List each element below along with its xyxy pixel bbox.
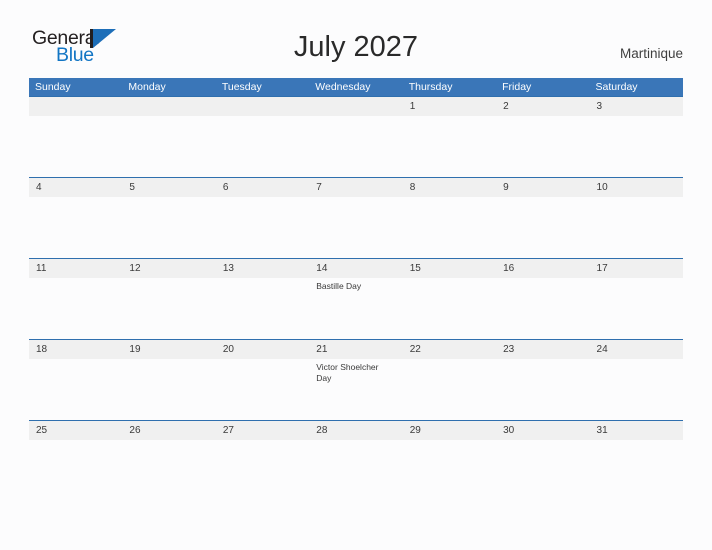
day-cell[interactable] [590,197,683,258]
day-cell[interactable]: Bastille Day [309,278,402,339]
day-number[interactable]: 9 [496,178,589,197]
week-event-area [29,197,683,258]
day-number[interactable] [122,97,215,116]
day-cell[interactable] [496,116,589,177]
day-cell[interactable] [403,359,496,420]
day-number[interactable]: 4 [29,178,122,197]
day-number[interactable]: 15 [403,259,496,278]
weekday-sunday: Sunday [35,81,71,93]
page-header: General Blue July 2027 Martinique [0,0,712,78]
weekday-tuesday: Tuesday [221,81,262,93]
day-number[interactable]: 25 [29,421,122,440]
week-date-strip: 11 12 13 14 15 16 17 [29,258,683,278]
day-number[interactable]: 21 [309,340,402,359]
day-cell[interactable] [403,278,496,339]
day-number[interactable]: 13 [216,259,309,278]
day-number[interactable]: 12 [122,259,215,278]
weekday-header-row: Sunday Monday Tuesday Wednesday Thursday… [29,78,683,96]
week-event-area [29,116,683,177]
day-cell[interactable] [590,440,683,501]
day-number[interactable]: 20 [216,340,309,359]
day-number[interactable]: 1 [403,97,496,116]
day-cell[interactable] [122,359,215,420]
day-cell[interactable] [496,440,589,501]
day-number[interactable]: 3 [590,97,683,116]
day-number[interactable]: 19 [122,340,215,359]
day-cell[interactable] [590,278,683,339]
page-title: July 2027 [293,31,419,63]
day-cell[interactable] [309,197,402,258]
day-cell[interactable] [309,440,402,501]
day-cell[interactable]: Victor Shoelcher Day [309,359,402,420]
weekday-saturday: Saturday [595,81,638,93]
day-number[interactable]: 5 [122,178,215,197]
locale-label: Martinique [619,46,683,61]
week-event-area: Victor Shoelcher Day [29,359,683,420]
day-cell[interactable] [496,197,589,258]
calendar-grid: Sunday Monday Tuesday Wednesday Thursday… [29,78,683,501]
week-date-strip: 18 19 20 21 22 23 24 [29,339,683,359]
day-number[interactable]: 16 [496,259,589,278]
week-row: 18 19 20 21 22 23 24 Victor Shoelcher Da… [29,339,683,420]
day-number[interactable]: 30 [496,421,589,440]
day-number[interactable]: 17 [590,259,683,278]
week-event-area [29,440,683,501]
week-event-area: Bastille Day [29,278,683,339]
event-label: Bastille Day [316,281,362,291]
day-number[interactable]: 11 [29,259,122,278]
day-number[interactable]: 8 [403,178,496,197]
weekday-wednesday: Wednesday [315,81,371,93]
day-number[interactable] [29,97,122,116]
weekday-thursday: Thursday [408,81,453,93]
day-cell[interactable] [29,359,122,420]
day-number[interactable]: 6 [216,178,309,197]
day-number[interactable]: 7 [309,178,402,197]
day-number[interactable]: 31 [590,421,683,440]
week-date-strip: 1 2 3 [29,96,683,116]
day-cell[interactable] [590,359,683,420]
day-cell[interactable] [29,440,122,501]
day-cell[interactable] [122,278,215,339]
day-cell[interactable] [309,116,402,177]
day-cell[interactable] [403,197,496,258]
day-number[interactable]: 26 [122,421,215,440]
week-date-strip: 25 26 27 28 29 30 31 [29,420,683,440]
weekday-monday: Monday [128,81,166,93]
week-row: 4 5 6 7 8 9 10 [29,177,683,258]
day-number[interactable]: 28 [309,421,402,440]
day-cell[interactable] [403,116,496,177]
week-date-strip: 4 5 6 7 8 9 10 [29,177,683,197]
day-number[interactable] [309,97,402,116]
week-row: 1 2 3 [29,96,683,177]
day-cell[interactable] [496,278,589,339]
day-cell[interactable] [29,116,122,177]
day-number[interactable]: 22 [403,340,496,359]
day-cell[interactable] [403,440,496,501]
day-cell[interactable] [29,278,122,339]
day-cell[interactable] [216,440,309,501]
week-row: 11 12 13 14 15 16 17 Bastille Day [29,258,683,339]
day-cell[interactable] [216,116,309,177]
event-label: Victor Shoelcher Day [316,362,379,383]
day-cell[interactable] [216,278,309,339]
day-cell[interactable] [122,116,215,177]
day-number[interactable]: 14 [309,259,402,278]
day-number[interactable]: 29 [403,421,496,440]
day-number[interactable]: 2 [496,97,589,116]
day-number[interactable]: 18 [29,340,122,359]
day-number[interactable] [216,97,309,116]
day-number[interactable]: 24 [590,340,683,359]
week-row: 25 26 27 28 29 30 31 [29,420,683,501]
weekday-friday: Friday [502,81,532,93]
day-cell[interactable] [122,440,215,501]
day-number[interactable]: 27 [216,421,309,440]
day-cell[interactable] [29,197,122,258]
day-cell[interactable] [216,359,309,420]
day-cell[interactable] [590,116,683,177]
day-cell[interactable] [496,359,589,420]
day-cell[interactable] [122,197,215,258]
day-cell[interactable] [216,197,309,258]
day-number[interactable]: 10 [590,178,683,197]
day-number[interactable]: 23 [496,340,589,359]
